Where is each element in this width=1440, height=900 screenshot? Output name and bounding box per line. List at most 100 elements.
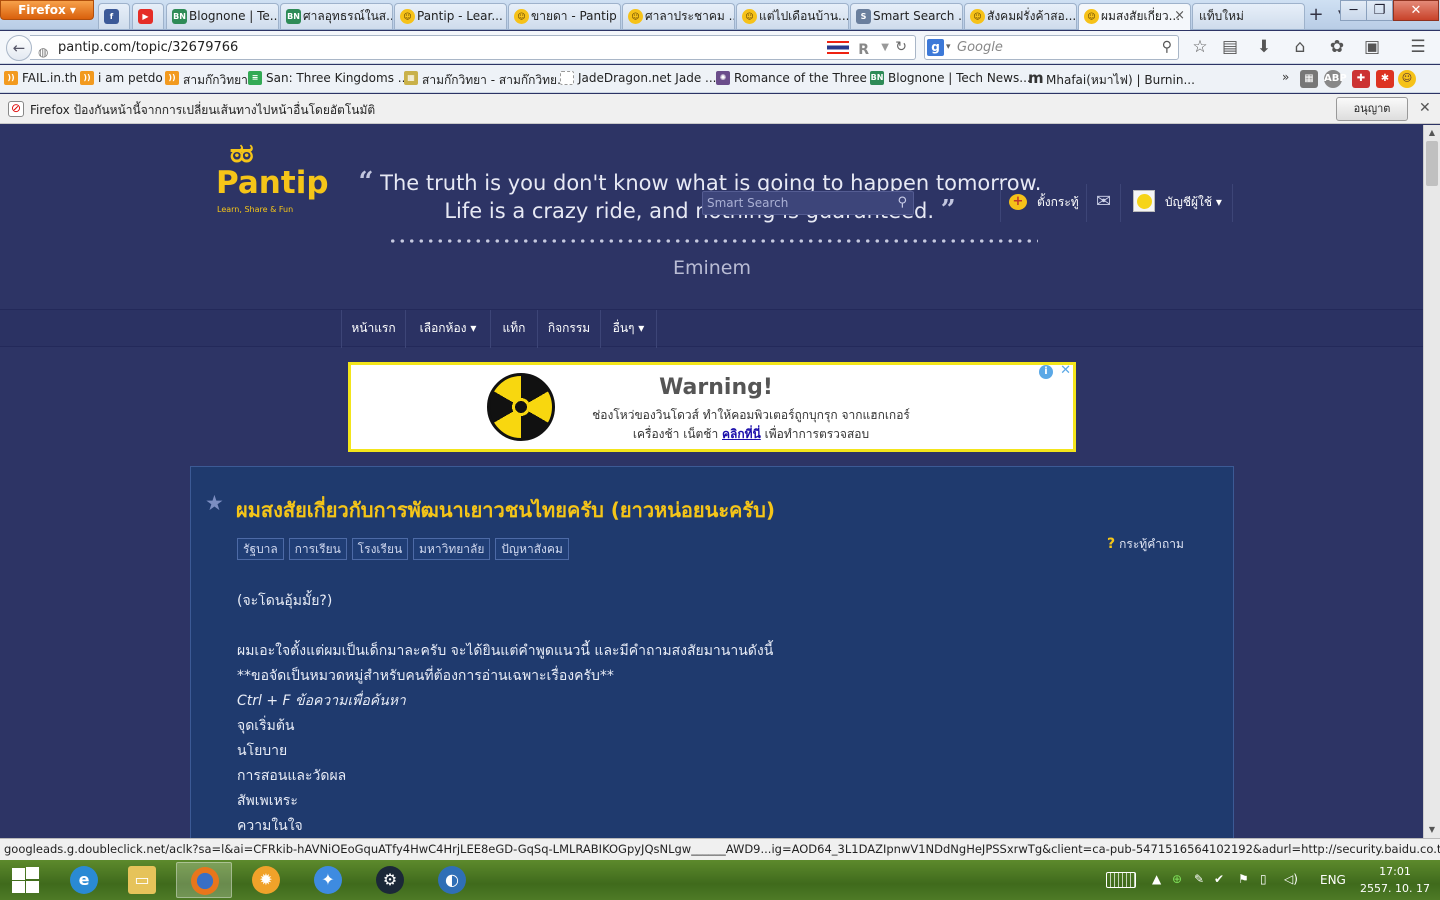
tab-pantip-4[interactable]: ☺ แต่ไปเดือนบ้าน...: [736, 3, 849, 29]
taskbar-app-orb[interactable]: ◐: [424, 862, 480, 898]
ad-close-icon[interactable]: ✕: [1060, 363, 1071, 378]
minimize-button[interactable]: ─: [1340, 0, 1367, 21]
account-menu[interactable]: บัญชีผู้ใช้ ▾: [1120, 184, 1233, 222]
taskbar-steam[interactable]: ⚙: [362, 862, 418, 898]
tab-smart-search[interactable]: S Smart Search ...: [850, 3, 963, 29]
tab-youtube[interactable]: ▶: [132, 3, 164, 29]
tag[interactable]: ปัญหาสังคม: [495, 538, 569, 560]
start-button[interactable]: [8, 866, 40, 894]
tag[interactable]: มหาวิทยาลัย: [413, 538, 491, 560]
close-window-button[interactable]: ✕: [1393, 0, 1439, 21]
bookmark-item[interactable]: )) สามก๊กวิทยา: [165, 71, 248, 90]
new-topic-button[interactable]: + ตั้งกระทู้: [1000, 184, 1086, 222]
tab-close-icon[interactable]: ×: [1174, 4, 1185, 28]
taskbar-ie[interactable]: e: [56, 862, 112, 898]
bookmark-item[interactable]: m Mhafai(หมาไฟ) | Burnin...: [1028, 71, 1195, 90]
downloads-icon[interactable]: ⬇: [1252, 37, 1276, 57]
nav-more[interactable]: อื่นๆ ▾: [600, 310, 656, 348]
ad-banner[interactable]: Warning! ช่องโหว่ของวินโดวส์ ทำให้คอมพิว…: [348, 362, 1076, 452]
nav-tags[interactable]: แท็ก: [490, 310, 537, 348]
allow-button[interactable]: อนุญาต: [1336, 97, 1408, 121]
tab-blognone[interactable]: BN Blognone | Te...: [166, 3, 279, 29]
keyboard-icon[interactable]: [1106, 872, 1136, 888]
puzzle-icon[interactable]: ✚: [1352, 70, 1370, 88]
taskbar-app-sun[interactable]: ✹: [238, 862, 294, 898]
firefox-menu-button[interactable]: Firefox ▾: [0, 0, 94, 20]
tab-facebook[interactable]: f: [98, 3, 130, 29]
star-icon[interactable]: ★: [205, 491, 224, 515]
taskbar-firefox[interactable]: [176, 862, 232, 898]
smart-search-input[interactable]: Smart Search ⚲: [702, 191, 914, 215]
tab-pantip-home[interactable]: ☺ Pantip - Lear...: [394, 3, 507, 29]
taskbar-app-bird[interactable]: ✦: [300, 862, 356, 898]
bookmark-item[interactable]: JadeDragon.net Jade ...: [560, 71, 716, 85]
addon-icon[interactable]: ✿: [1325, 37, 1349, 57]
tab-pantip-2[interactable]: ☺ ขายดา - Pantip: [508, 3, 621, 29]
blognone-icon: BN: [172, 9, 187, 24]
adchoices-icon[interactable]: i: [1039, 365, 1053, 379]
logo-tagline: Learn, Share & Fun: [217, 205, 294, 214]
taskbar-explorer[interactable]: ▭: [114, 862, 170, 898]
show-hidden-icons-icon[interactable]: ▲: [1152, 872, 1161, 886]
ad-link[interactable]: คลิกที่นี่: [722, 427, 761, 441]
google-icon[interactable]: g: [927, 39, 944, 56]
bookmark-item[interactable]: ✺ Romance of the Three ...: [716, 71, 882, 85]
nav-activities[interactable]: กิจกรรม: [537, 310, 600, 348]
flag-icon[interactable]: ⚑: [1238, 872, 1249, 886]
more-bookmarks-button[interactable]: »: [1282, 70, 1289, 84]
maximize-button[interactable]: ❐: [1366, 0, 1393, 21]
reload-icon[interactable]: ↻: [895, 36, 907, 59]
pantip-logo[interactable]: ಠಠ Pantip Learn, Share & Fun: [216, 139, 329, 214]
sync-icon[interactable]: ▣: [1360, 37, 1384, 57]
r-extension-icon[interactable]: R: [858, 39, 869, 62]
search-icon[interactable]: ⚲: [897, 192, 907, 214]
clock-time[interactable]: 17:01: [1365, 865, 1425, 878]
scroll-thumb[interactable]: [1426, 141, 1438, 186]
tab-current-topic[interactable]: ☺ ผมสงสัยเกี่ยว... ×: [1078, 3, 1191, 30]
bookmark-item[interactable]: ≡ San: Three Kingdoms ...: [248, 71, 409, 85]
vertical-scrollbar[interactable]: ▲ ▼: [1423, 125, 1440, 838]
body-line: สัพเพเหระ: [237, 793, 298, 809]
home-icon[interactable]: ⌂: [1288, 37, 1312, 57]
tools-icon[interactable]: ✱: [1376, 70, 1394, 88]
nav-choose-room[interactable]: เลือกห้อง ▾: [405, 310, 490, 348]
bookmark-star-icon[interactable]: ☆: [1188, 37, 1212, 57]
tag[interactable]: การเรียน: [288, 538, 347, 560]
hamburger-menu-icon[interactable]: ☰: [1406, 37, 1430, 57]
edit-icon[interactable]: ✎: [1194, 872, 1204, 886]
tab-blognone-court[interactable]: BN ศาลอุทธรณ์ในส...: [280, 3, 393, 29]
scroll-up-icon[interactable]: ▲: [1424, 125, 1440, 141]
tab-new[interactable]: แท็บใหม่: [1192, 3, 1305, 29]
language-indicator[interactable]: ENG: [1320, 873, 1346, 887]
clock-date[interactable]: 2557. 10. 17: [1358, 882, 1432, 895]
close-icon[interactable]: ✕: [1419, 100, 1431, 116]
tag[interactable]: รัฐบาล: [237, 538, 284, 560]
bookmark-item[interactable]: ▦ สามก๊กวิทยา - สามก๊กวิทย...: [404, 71, 569, 90]
nav-home[interactable]: หน้าแรก: [341, 310, 405, 348]
apps-grid-icon[interactable]: ▦: [1300, 70, 1318, 88]
new-tab-button[interactable]: +: [1302, 4, 1330, 28]
bookmark-item[interactable]: )) i am petdo: [80, 71, 163, 85]
url-dropdown-icon[interactable]: ▼: [881, 36, 889, 59]
mail-icon[interactable]: ✉: [1086, 184, 1120, 222]
bookmark-item[interactable]: BN Blognone | Tech News...: [870, 71, 1031, 85]
ad-text-post: เพื่อทำการตรวจสอบ: [764, 427, 870, 441]
network-icon[interactable]: ▯: [1260, 872, 1267, 886]
check-icon[interactable]: ✔: [1214, 872, 1224, 886]
smiley-icon[interactable]: ☺: [1398, 70, 1416, 88]
plus-circle-icon[interactable]: ⊕: [1172, 872, 1182, 886]
bookmark-item[interactable]: )) FAIL.in.th: [4, 71, 77, 85]
scroll-down-icon[interactable]: ▼: [1424, 822, 1440, 838]
tag[interactable]: โรงเรียน: [351, 538, 409, 560]
adblock-icon[interactable]: ABP: [1324, 70, 1347, 88]
search-go-icon[interactable]: ⚲: [1162, 36, 1172, 59]
url-bar[interactable]: ◍ pantip.com/topic/32679766 R ▼ ↻: [30, 35, 916, 60]
pantip-icon: ☺: [970, 9, 985, 24]
volume-icon[interactable]: ◁): [1284, 872, 1298, 886]
back-button[interactable]: ←: [6, 35, 32, 61]
search-engine-dropdown-icon[interactable]: ▾: [946, 36, 951, 59]
tab-pantip-5[interactable]: ☺ สังคมฝรั่งค้าสอ...: [964, 3, 1077, 29]
bookmarks-menu-icon[interactable]: ▤: [1218, 37, 1242, 57]
search-bar[interactable]: g ▾ Google ⚲: [924, 35, 1179, 60]
tab-pantip-3[interactable]: ☺ ศาลาประชาคม ...: [622, 3, 735, 29]
